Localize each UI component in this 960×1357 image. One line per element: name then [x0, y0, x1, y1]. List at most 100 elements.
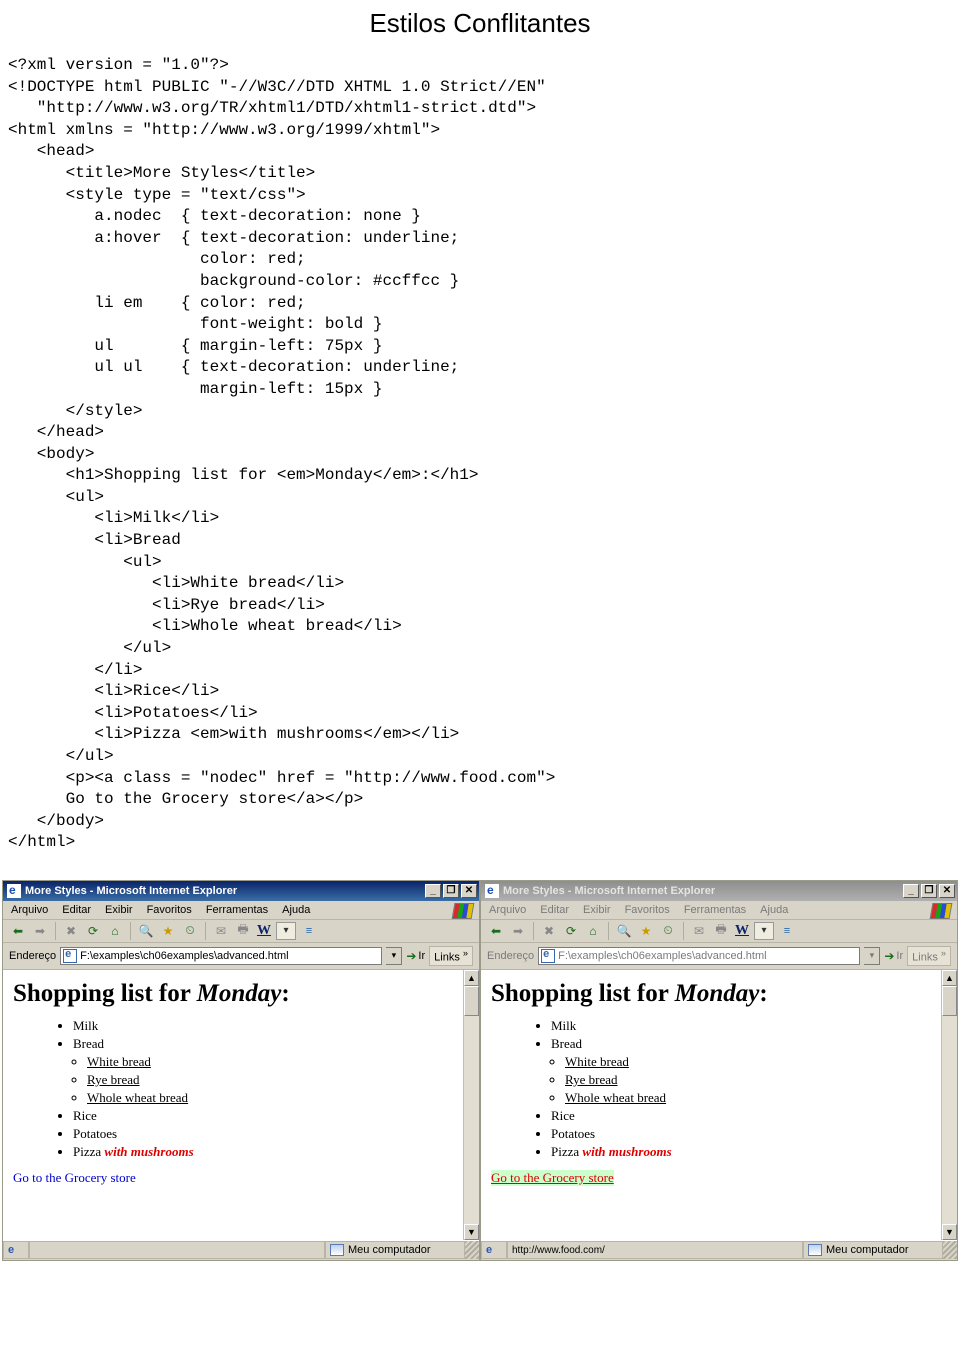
- rendered-page: Shopping list for Monday: Milk Bread Whi…: [491, 980, 947, 1186]
- maximize-button[interactable]: ❐: [443, 884, 459, 898]
- scroll-up-button[interactable]: ▲: [942, 970, 957, 986]
- address-field[interactable]: F:\examples\ch06examples\advanced.html: [538, 947, 860, 965]
- scroll-thumb[interactable]: [464, 986, 479, 1016]
- titlebar: More Styles - Microsoft Internet Explore…: [3, 881, 479, 901]
- list-item: White bread: [565, 1054, 947, 1070]
- scroll-down-button[interactable]: ▼: [464, 1224, 479, 1240]
- go-arrow-icon: ➔: [406, 949, 416, 963]
- rendered-sublist: White bread Rye bread Whole wheat bread: [73, 1054, 469, 1106]
- address-text: F:\examples\ch06examples\advanced.html: [80, 950, 289, 962]
- history-button[interactable]: ⏲: [659, 922, 677, 940]
- rendered-page: Shopping list for Monday: Milk Bread Whi…: [13, 980, 469, 1186]
- ie-icon: [485, 884, 499, 898]
- list-item: Bread White bread Rye bread Whole wheat …: [551, 1036, 947, 1106]
- stop-button[interactable]: ✖: [540, 922, 558, 940]
- menu-arquivo[interactable]: Arquivo: [11, 904, 48, 916]
- status-ie-icon: [3, 1241, 29, 1259]
- mail-button[interactable]: ✉: [212, 922, 230, 940]
- scroll-up-button[interactable]: ▲: [464, 970, 479, 986]
- toolbar: ⬅ ➡ ✖ ⟳ ⌂ 🔍 ★ ⏲ ✉ 🖶 W ▾ ≡: [481, 920, 957, 943]
- toolbar-dropdown[interactable]: ▾: [276, 922, 296, 940]
- list-item: Milk: [551, 1018, 947, 1034]
- print-button[interactable]: 🖶: [712, 922, 730, 940]
- minimize-button[interactable]: _: [903, 884, 919, 898]
- back-button[interactable]: ⬅: [487, 922, 505, 940]
- address-label: Endereço: [487, 950, 534, 962]
- address-dropdown[interactable]: ▾: [386, 947, 402, 965]
- menu-favoritos[interactable]: Favoritos: [625, 904, 670, 916]
- content-area: Shopping list for Monday: Milk Bread Whi…: [481, 970, 957, 1240]
- list-item: Potatoes: [73, 1126, 469, 1142]
- grocery-link[interactable]: Go to the Grocery store: [13, 1170, 136, 1186]
- home-button[interactable]: ⌂: [106, 922, 124, 940]
- window-buttons: _ ❐ ✕: [903, 884, 955, 898]
- minimize-button[interactable]: _: [425, 884, 441, 898]
- status-zone: Meu computador: [803, 1241, 943, 1259]
- history-button[interactable]: ⏲: [181, 922, 199, 940]
- scroll-down-button[interactable]: ▼: [942, 1224, 957, 1240]
- address-text: F:\examples\ch06examples\advanced.html: [558, 950, 767, 962]
- favorites-button[interactable]: ★: [159, 922, 177, 940]
- maximize-button[interactable]: ❐: [921, 884, 937, 898]
- go-button[interactable]: ➔Ir: [884, 949, 903, 963]
- discuss-icon[interactable]: ≡: [778, 922, 796, 940]
- word-icon[interactable]: W: [734, 922, 750, 940]
- menu-exibir[interactable]: Exibir: [105, 904, 133, 916]
- menu-ajuda[interactable]: Ajuda: [282, 904, 310, 916]
- menu-arquivo[interactable]: Arquivo: [489, 904, 526, 916]
- favorites-button[interactable]: ★: [637, 922, 655, 940]
- menu-ferramentas[interactable]: Ferramentas: [684, 904, 746, 916]
- print-button[interactable]: 🖶: [234, 922, 252, 940]
- status-zone: Meu computador: [325, 1241, 465, 1259]
- menubar: Arquivo Editar Exibir Favoritos Ferramen…: [3, 901, 479, 920]
- list-item: Potatoes: [551, 1126, 947, 1142]
- word-icon[interactable]: W: [256, 922, 272, 940]
- refresh-button[interactable]: ⟳: [562, 922, 580, 940]
- menu-editar[interactable]: Editar: [62, 904, 91, 916]
- close-button[interactable]: ✕: [461, 884, 477, 898]
- browser-right: More Styles - Microsoft Internet Explore…: [480, 880, 958, 1261]
- menu-favoritos[interactable]: Favoritos: [147, 904, 192, 916]
- menu-ferramentas[interactable]: Ferramentas: [206, 904, 268, 916]
- toolbar-dropdown[interactable]: ▾: [754, 922, 774, 940]
- titlebar: More Styles - Microsoft Internet Explore…: [481, 881, 957, 901]
- addressbar: Endereço F:\examples\ch06examples\advanc…: [481, 943, 957, 970]
- discuss-icon[interactable]: ≡: [300, 922, 318, 940]
- search-button[interactable]: 🔍: [615, 922, 633, 940]
- go-button[interactable]: ➔Ir: [406, 949, 425, 963]
- status-url: http://www.food.com/: [507, 1241, 803, 1259]
- links-button[interactable]: Links »: [429, 946, 473, 966]
- scrollbar[interactable]: ▲ ▼: [941, 970, 957, 1240]
- back-button[interactable]: ⬅: [9, 922, 27, 940]
- stop-button[interactable]: ✖: [62, 922, 80, 940]
- resize-grip[interactable]: [465, 1241, 479, 1259]
- content-area: Shopping list for Monday: Milk Bread Whi…: [3, 970, 479, 1240]
- rendered-heading: Shopping list for Monday:: [491, 980, 947, 1008]
- close-button[interactable]: ✕: [939, 884, 955, 898]
- grocery-link-hover[interactable]: Go to the Grocery store: [491, 1170, 614, 1186]
- list-item: Whole wheat bread: [87, 1090, 469, 1106]
- forward-button[interactable]: ➡: [31, 922, 49, 940]
- ie-icon: [7, 884, 21, 898]
- window-title: More Styles - Microsoft Internet Explore…: [503, 885, 715, 897]
- scrollbar[interactable]: ▲ ▼: [463, 970, 479, 1240]
- forward-button[interactable]: ➡: [509, 922, 527, 940]
- menu-editar[interactable]: Editar: [540, 904, 569, 916]
- list-item: Milk: [73, 1018, 469, 1034]
- home-button[interactable]: ⌂: [584, 922, 602, 940]
- resize-grip[interactable]: [943, 1241, 957, 1259]
- address-dropdown[interactable]: ▾: [864, 947, 880, 965]
- scroll-thumb[interactable]: [942, 986, 957, 1016]
- statusbar: Meu computador: [3, 1240, 479, 1260]
- rendered-list: Milk Bread White bread Rye bread Whole w…: [13, 1018, 469, 1160]
- mail-button[interactable]: ✉: [690, 922, 708, 940]
- menu-ajuda[interactable]: Ajuda: [760, 904, 788, 916]
- browser-row: More Styles - Microsoft Internet Explore…: [0, 878, 960, 1263]
- search-button[interactable]: 🔍: [137, 922, 155, 940]
- list-item: Rye bread: [87, 1072, 469, 1088]
- links-button[interactable]: Links »: [907, 946, 951, 966]
- refresh-button[interactable]: ⟳: [84, 922, 102, 940]
- address-field[interactable]: F:\examples\ch06examples\advanced.html: [60, 947, 382, 965]
- list-item: Rice: [73, 1108, 469, 1124]
- menu-exibir[interactable]: Exibir: [583, 904, 611, 916]
